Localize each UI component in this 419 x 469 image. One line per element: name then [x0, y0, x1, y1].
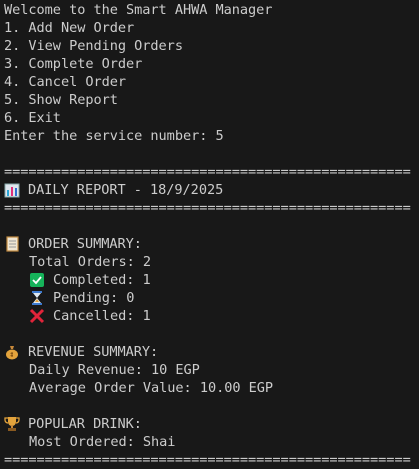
cross-mark-icon [29, 308, 45, 324]
money-bag-icon [4, 344, 20, 360]
separator: ========================================… [4, 452, 411, 468]
check-mark-icon [29, 272, 45, 288]
separator: ========================================… [4, 164, 411, 180]
daily-revenue: Daily Revenue: 10 EGP [29, 362, 200, 378]
trophy-icon [4, 416, 20, 432]
order-summary-heading: ORDER SUMMARY: [28, 236, 142, 252]
menu-item: 4. Cancel Order [4, 74, 127, 90]
menu-item: 3. Complete Order [4, 56, 143, 72]
separator: ========================================… [4, 200, 411, 216]
completed-count: Completed: 1 [53, 272, 151, 288]
menu-item: 6. Exit [4, 110, 61, 126]
menu-item: 2. View Pending Orders [4, 38, 183, 54]
revenue-summary-heading-line: REVENUE SUMMARY: [4, 343, 419, 361]
menu-item: 5. Show Report [4, 92, 118, 108]
report-title: DAILY REPORT - 18/9/2025 [28, 182, 224, 198]
popular-drink-heading-line: POPULAR DRINK: [4, 415, 419, 433]
clipboard-icon [4, 236, 20, 252]
revenue-summary-heading: REVENUE SUMMARY: [28, 344, 159, 360]
bar-chart-icon [4, 182, 20, 198]
hourglass-icon [29, 290, 45, 306]
cancelled-count: Cancelled: 1 [53, 308, 151, 324]
terminal-output: Welcome to the Smart AHWA Manager 1. Add… [0, 0, 419, 469]
service-prompt[interactable]: Enter the service number: 5 [4, 127, 419, 145]
welcome-line: Welcome to the Smart AHWA Manager [4, 2, 273, 18]
popular-drink-heading: POPULAR DRINK: [28, 416, 142, 432]
menu-item: 1. Add New Order [4, 20, 135, 36]
most-ordered: Most Ordered: Shai [29, 434, 176, 450]
total-orders: Total Orders: 2 [29, 254, 152, 270]
average-order-value: Average Order Value: 10.00 EGP [29, 380, 274, 396]
pending-count: Pending: 0 [53, 290, 135, 306]
report-title-line: DAILY REPORT - 18/9/2025 [4, 181, 419, 199]
order-summary-heading-line: ORDER SUMMARY: [4, 235, 419, 253]
